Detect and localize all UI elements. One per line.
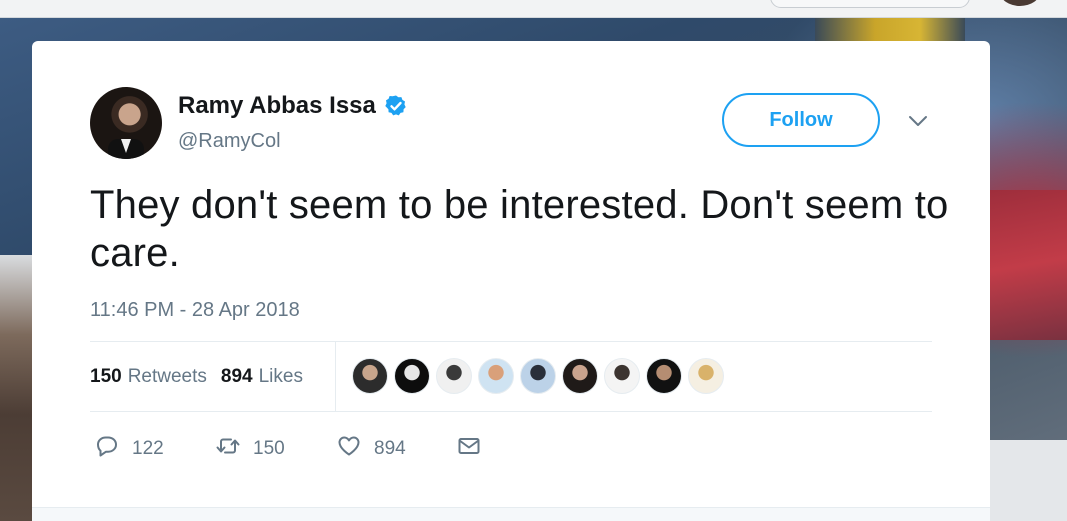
retweets-count: 150 [90, 366, 122, 387]
top-navigation-bar [0, 0, 1067, 18]
account-avatar[interactable] [1000, 0, 1040, 6]
retweet-count: 150 [253, 438, 285, 459]
stats-separator [335, 342, 336, 411]
author-display-name[interactable]: Ramy Abbas Issa [178, 92, 376, 120]
author-avatar[interactable] [90, 87, 162, 159]
divider [90, 341, 932, 342]
liker-avatar[interactable] [562, 358, 598, 394]
card-footer [32, 507, 990, 521]
author-handle[interactable]: @RamyCol [178, 130, 281, 153]
direct-message-button[interactable] [456, 433, 482, 465]
likes-count: 894 [220, 366, 253, 387]
liker-avatar[interactable] [646, 358, 682, 394]
liker-avatar[interactable] [352, 358, 388, 394]
reply-count: 122 [132, 438, 164, 459]
chevron-down-icon[interactable] [908, 113, 928, 127]
tweet-text: They don't seem to be interested. Don't … [90, 183, 949, 275]
tweet-timestamp[interactable]: 11:46 PM - 28 Apr 2018 [90, 299, 300, 322]
background-flag-red [990, 190, 1067, 340]
like-count: 894 [374, 438, 406, 459]
background-panel-right [990, 440, 1067, 521]
liker-avatars [352, 358, 724, 394]
author-name-row: Ramy Abbas Issa [178, 91, 408, 121]
liker-avatar[interactable] [520, 358, 556, 394]
reply-icon [94, 433, 120, 465]
heart-icon [336, 433, 362, 465]
divider [90, 411, 932, 412]
retweets-label: Retweets [127, 366, 207, 387]
liker-avatar[interactable] [604, 358, 640, 394]
tweet-actions: 122 150 894 [94, 435, 482, 463]
liker-avatar[interactable] [436, 358, 472, 394]
tweet-stats: 150 Retweets 894 Likes [90, 365, 303, 389]
tweet-card: Ramy Abbas Issa @RamyCol Follow They don… [32, 41, 990, 521]
retweets-stat[interactable]: 150 Retweets [90, 366, 207, 388]
likes-stat[interactable]: 894 Likes [221, 366, 303, 388]
retweet-icon [215, 433, 241, 465]
verified-badge-icon [384, 94, 408, 118]
background-photo-left [0, 255, 32, 521]
liker-avatar[interactable] [478, 358, 514, 394]
likes-label: Likes [258, 366, 303, 387]
envelope-icon [456, 433, 482, 465]
search-box[interactable] [770, 0, 970, 8]
retweet-button[interactable]: 150 [215, 433, 336, 465]
like-button[interactable]: 894 [336, 433, 456, 465]
liker-avatar[interactable] [394, 358, 430, 394]
liker-avatar[interactable] [688, 358, 724, 394]
reply-button[interactable]: 122 [94, 433, 215, 465]
follow-button[interactable]: Follow [722, 93, 880, 147]
